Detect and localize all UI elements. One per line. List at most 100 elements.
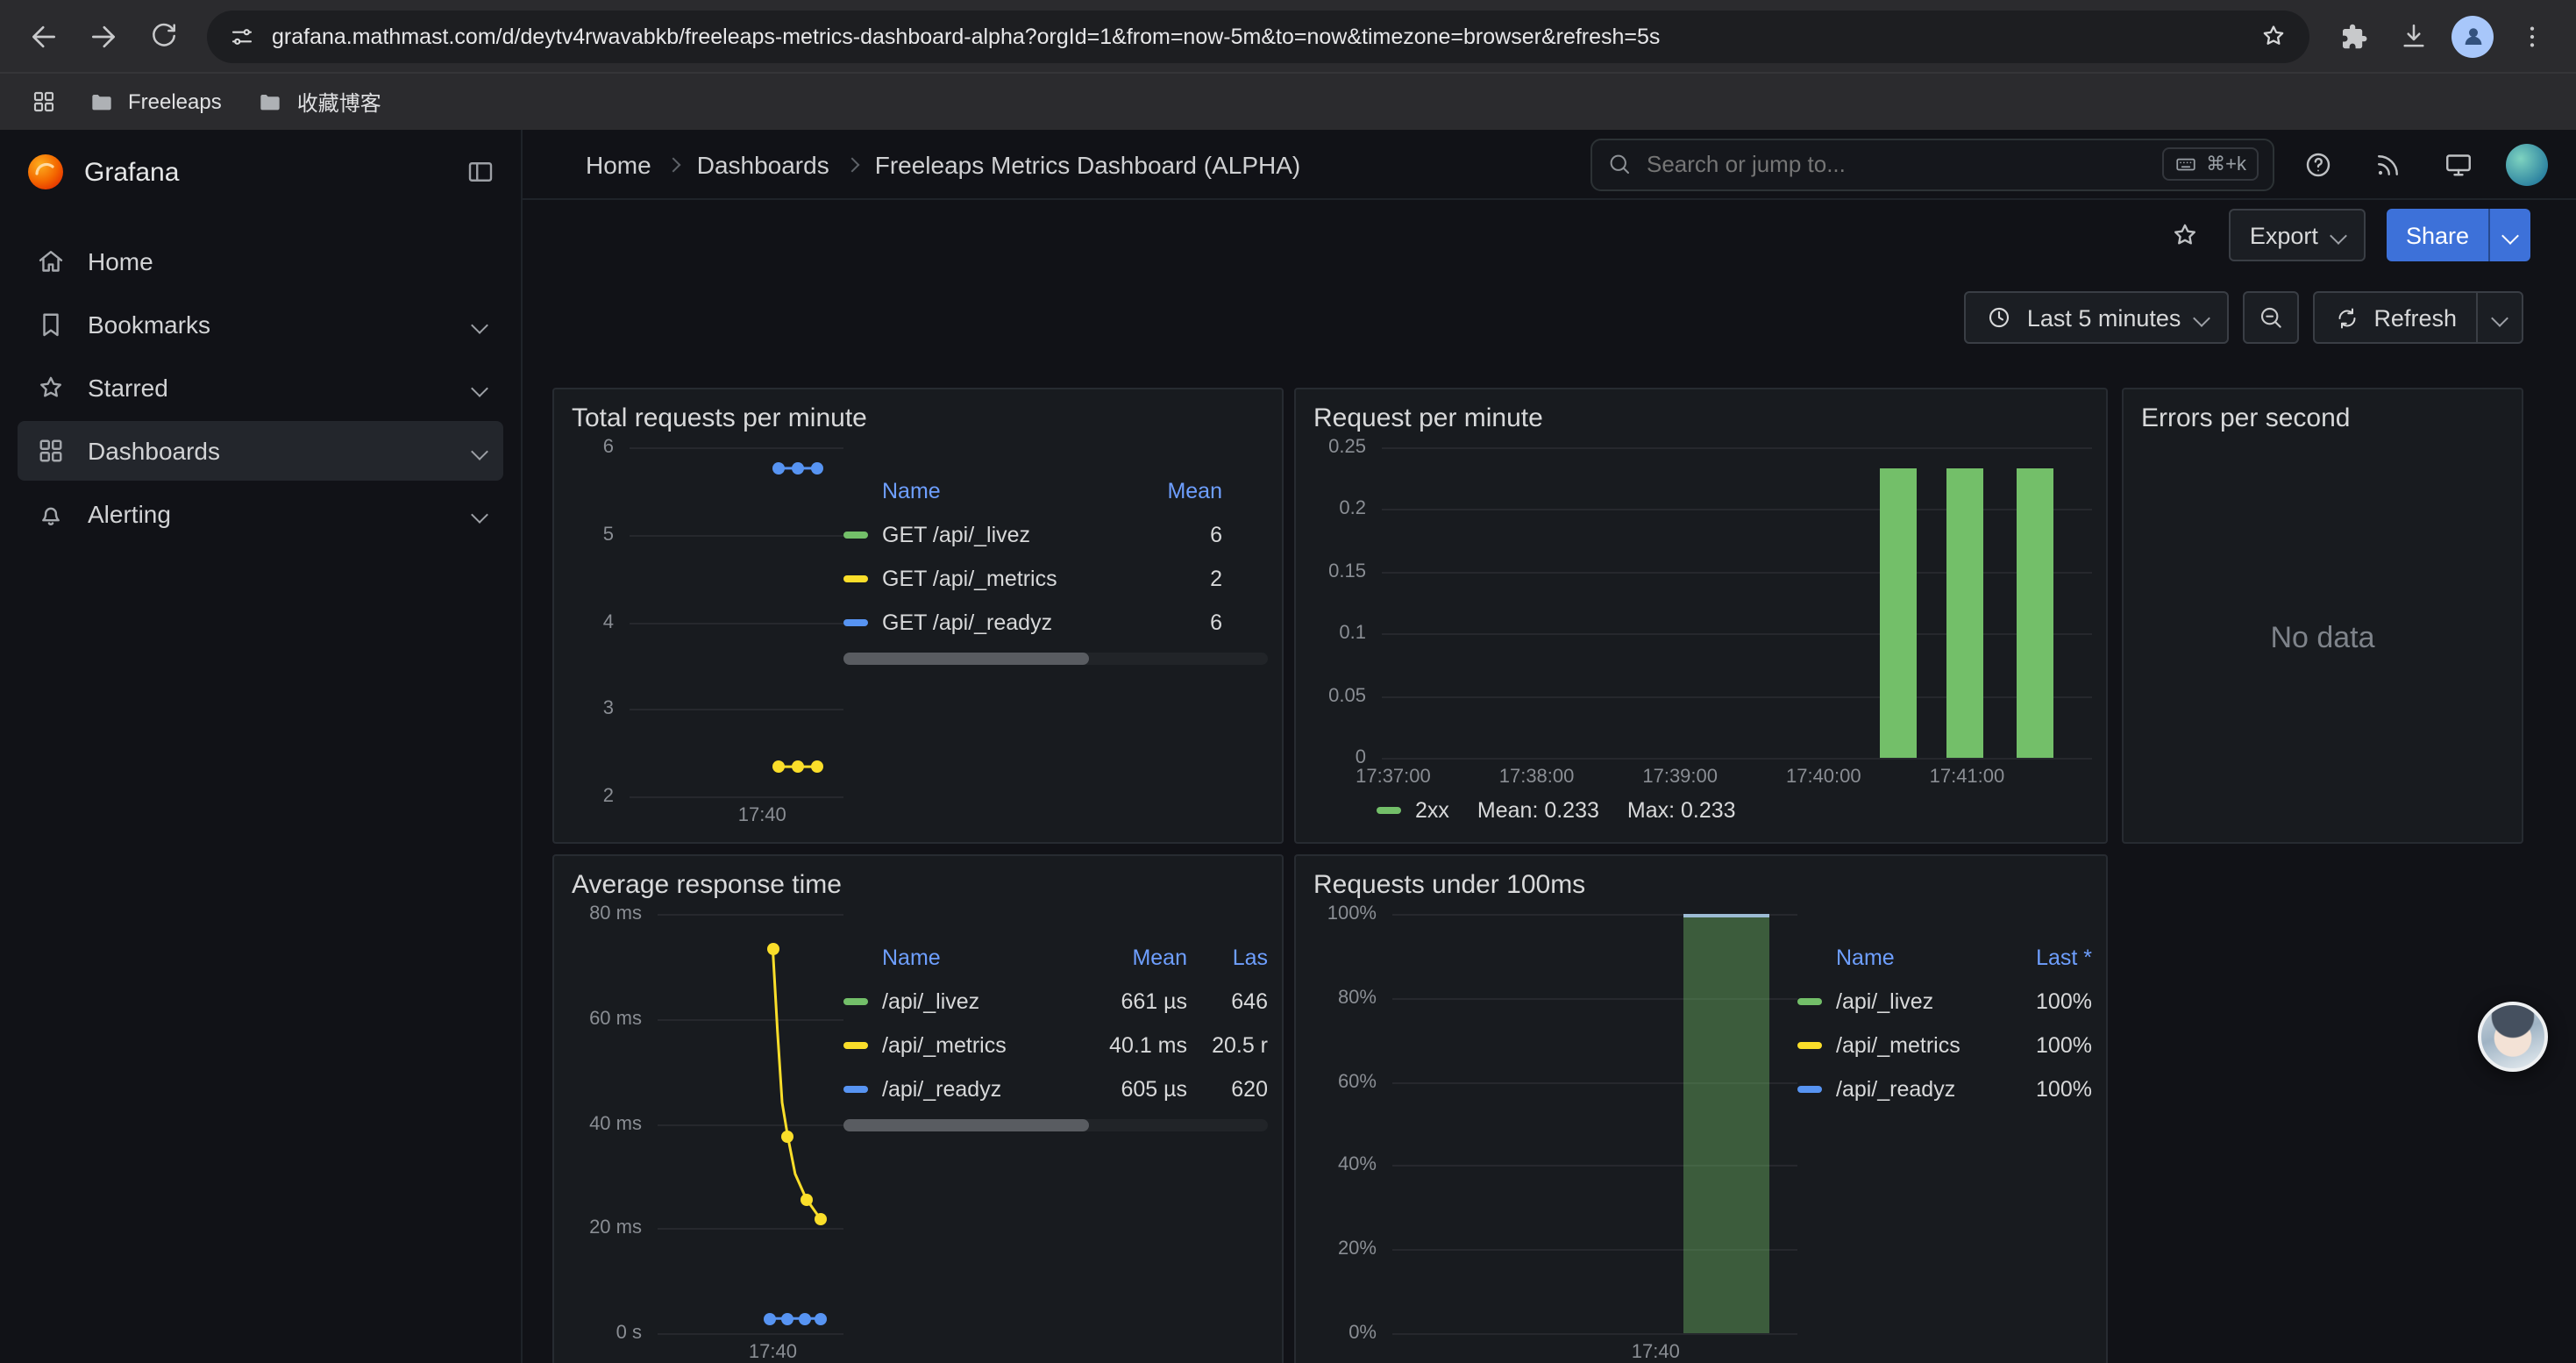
bookmark-star-icon[interactable] — [2259, 21, 2288, 51]
x-axis: 17:40 — [630, 796, 843, 828]
apps-grid-icon[interactable] — [21, 79, 67, 125]
header-icons — [2295, 141, 2548, 187]
panel-title[interactable]: Errors per second — [2124, 389, 2522, 437]
scrollbar-thumb[interactable] — [843, 653, 1090, 665]
panel-title[interactable]: Average response time — [554, 856, 1282, 903]
legend-row: GET /api/_readyz 6 — [843, 600, 1268, 644]
time-range-picker[interactable]: Last 5 minutes — [1964, 291, 2229, 344]
search-input[interactable] — [1647, 151, 2148, 177]
timeseries-chart[interactable]: 80 ms60 ms40 ms20 ms0 s 17:40 — [568, 914, 843, 1363]
user-avatar[interactable] — [2506, 143, 2548, 185]
legend-scrollbar[interactable] — [843, 653, 1268, 665]
help-icon[interactable] — [2295, 141, 2341, 187]
legend-col-name[interactable]: Name — [882, 945, 1071, 969]
chevron-down-icon[interactable] — [471, 379, 488, 396]
breadcrumb-home[interactable]: Home — [586, 150, 651, 178]
refresh-interval-caret[interactable] — [2478, 291, 2523, 344]
sidebar-item-home[interactable]: Home — [18, 232, 503, 291]
grafana-logo-icon[interactable] — [25, 151, 67, 193]
series-name[interactable]: GET /api/_livez — [882, 522, 1138, 546]
timeseries-chart[interactable]: 65432 17:40 — [568, 447, 843, 828]
chevron-down-icon[interactable] — [471, 442, 488, 460]
panel-requests-under-100ms[interactable]: Requests under 100ms 100%80%60%40%20%0% … — [1294, 854, 2108, 1363]
series-legend-item[interactable]: 2xx — [1377, 798, 1449, 823]
star-icon — [35, 372, 67, 403]
panel-errors-per-second[interactable]: Errors per second No data — [2122, 388, 2523, 844]
panel-title[interactable]: Request per minute — [1296, 389, 2106, 437]
plot-area[interactable] — [630, 447, 843, 796]
legend-scrollbar[interactable] — [843, 1119, 1268, 1131]
series-name[interactable]: GET /api/_metrics — [882, 566, 1138, 590]
bar-chart[interactable]: 0.250.20.150.10.050 17:37:0017:38:0017:3… — [1310, 447, 2092, 789]
sidebar-nav: Home Bookmarks Starred Dashboards — [0, 214, 521, 561]
series-name[interactable]: /api/_livez — [882, 988, 1071, 1013]
chevron-right-icon — [844, 157, 859, 172]
share-caret-button[interactable] — [2488, 209, 2530, 261]
series-color-chip — [843, 1041, 868, 1048]
scrollbar-thumb[interactable] — [843, 1119, 1090, 1131]
reload-button[interactable] — [137, 10, 189, 62]
search-box[interactable]: ⌘+k — [1590, 138, 2274, 190]
back-button[interactable] — [18, 10, 70, 62]
series-name[interactable]: /api/_metrics — [1836, 1032, 2001, 1057]
series-name[interactable]: /api/_readyz — [882, 1076, 1071, 1101]
breadcrumb-dashboards[interactable]: Dashboards — [697, 150, 829, 178]
extensions-icon[interactable] — [2327, 10, 2380, 62]
panel-request-per-minute[interactable]: Request per minute 0.250.20.150.10.050 1… — [1294, 388, 2108, 844]
plot-area[interactable] — [1392, 914, 1797, 1333]
legend-col-mean[interactable]: Mean — [1085, 945, 1187, 969]
dock-sidebar-icon[interactable] — [465, 156, 496, 188]
profile-avatar[interactable] — [2446, 10, 2499, 62]
chevron-down-icon[interactable] — [471, 505, 488, 523]
share-button[interactable]: Share — [2387, 209, 2488, 261]
panel-total-requests[interactable]: Total requests per minute 65432 17:40 Na… — [552, 388, 1284, 844]
plot-area[interactable] — [1382, 447, 2092, 758]
news-rss-icon[interactable] — [2366, 141, 2411, 187]
address-bar[interactable]: grafana.mathmast.com/d/deytv4rwavabkb/fr… — [207, 10, 2309, 62]
chevron-down-icon — [2501, 226, 2519, 244]
bookmark-icon — [35, 309, 67, 340]
bookmark-label: 收藏博客 — [297, 87, 381, 117]
series-name[interactable]: /api/_metrics — [882, 1032, 1071, 1057]
floating-assistant-avatar[interactable] — [2478, 1002, 2548, 1072]
panel-title[interactable]: Requests under 100ms — [1296, 856, 2106, 903]
series-name[interactable]: GET /api/_readyz — [882, 610, 1138, 634]
sidebar-item-label: Alerting — [88, 500, 171, 528]
series-name[interactable]: /api/_readyz — [1836, 1076, 2001, 1101]
sidebar-item-alerting[interactable]: Alerting — [18, 484, 503, 544]
favorite-star-icon[interactable] — [2162, 212, 2208, 258]
panel-title[interactable]: Total requests per minute — [554, 389, 1282, 437]
refresh-button[interactable]: Refresh — [2312, 291, 2478, 344]
bookmarks-bar: Freeleaps 收藏博客 — [0, 72, 2576, 130]
plot-area[interactable] — [658, 914, 843, 1333]
legend-max: Max: 0.233 — [1627, 798, 1736, 823]
series-name[interactable]: /api/_livez — [1836, 988, 2001, 1013]
menu-kebab-icon[interactable] — [2506, 10, 2558, 62]
legend-col-mean[interactable]: Mean — [1152, 478, 1222, 503]
panel-average-response-time[interactable]: Average response time 80 ms60 ms40 ms20 … — [552, 854, 1284, 1363]
kiosk-monitor-icon[interactable] — [2436, 141, 2481, 187]
export-button[interactable]: Export — [2229, 209, 2366, 261]
legend-col-name[interactable]: Name — [1836, 945, 2001, 969]
bookmark-folder-blogs[interactable]: 收藏博客 — [243, 80, 395, 124]
chevron-down-icon[interactable] — [471, 316, 488, 333]
brand-name: Grafana — [84, 157, 447, 187]
legend-col-last[interactable]: Las — [1201, 945, 1268, 969]
forward-button[interactable] — [77, 10, 130, 62]
legend-row: /api/_livez 100% — [1797, 979, 2092, 1023]
legend-col-last[interactable]: Last * — [2015, 945, 2092, 969]
bar-chart[interactable]: 100%80%60%40%20%0% 17:40 — [1310, 914, 1797, 1363]
downloads-icon[interactable] — [2387, 10, 2439, 62]
site-info-icon[interactable] — [228, 22, 256, 50]
sidebar-item-bookmarks[interactable]: Bookmarks — [18, 295, 503, 354]
sidebar-item-starred[interactable]: Starred — [18, 358, 503, 417]
series-color-chip — [843, 618, 868, 625]
legend-table: Name Mean GET /api/_livez 6 GET /api/_me… — [843, 447, 1268, 828]
breadcrumb: Home Dashboards Freeleaps Metrics Dashbo… — [586, 150, 1300, 178]
bookmark-folder-freeleaps[interactable]: Freeleaps — [74, 81, 236, 123]
zoom-out-button[interactable] — [2242, 291, 2298, 344]
legend-col-name[interactable]: Name — [882, 478, 1138, 503]
x-axis: 17:40 — [1392, 1333, 1797, 1363]
url-text[interactable]: grafana.mathmast.com/d/deytv4rwavabkb/fr… — [272, 24, 2243, 48]
sidebar-item-dashboards[interactable]: Dashboards — [18, 421, 503, 481]
